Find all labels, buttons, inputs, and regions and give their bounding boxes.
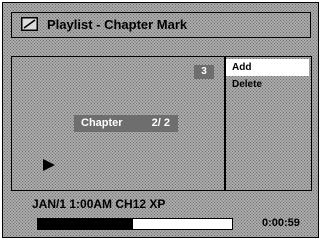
menu-item-delete[interactable]: Delete xyxy=(226,76,309,93)
chapter-label: Chapter xyxy=(81,117,123,129)
playlist-screen: Playlist - Chapter Mark 3 Chapter 2/ 2 A… xyxy=(2,2,319,238)
playback-progress-bar xyxy=(37,218,233,230)
playback-progress-fill xyxy=(38,219,134,229)
play-icon xyxy=(43,159,55,171)
menu-item-add[interactable]: Add xyxy=(226,59,309,76)
chapter-count: 2/ 2 xyxy=(151,117,170,129)
playlist-tab-icon xyxy=(21,17,38,31)
chapter-indicator: Chapter 2/ 2 xyxy=(74,115,178,132)
chapter-marker-number: 3 xyxy=(194,65,214,79)
chapter-mark-panel: 3 Chapter 2/ 2 Add Delete xyxy=(11,56,312,191)
page-title: Playlist - Chapter Mark xyxy=(47,17,188,32)
elapsed-time: 0:00:59 xyxy=(262,217,300,229)
title-bar: Playlist - Chapter Mark xyxy=(11,12,311,38)
recording-info: JAN/1 1:00AM CH12 XP xyxy=(32,197,166,211)
